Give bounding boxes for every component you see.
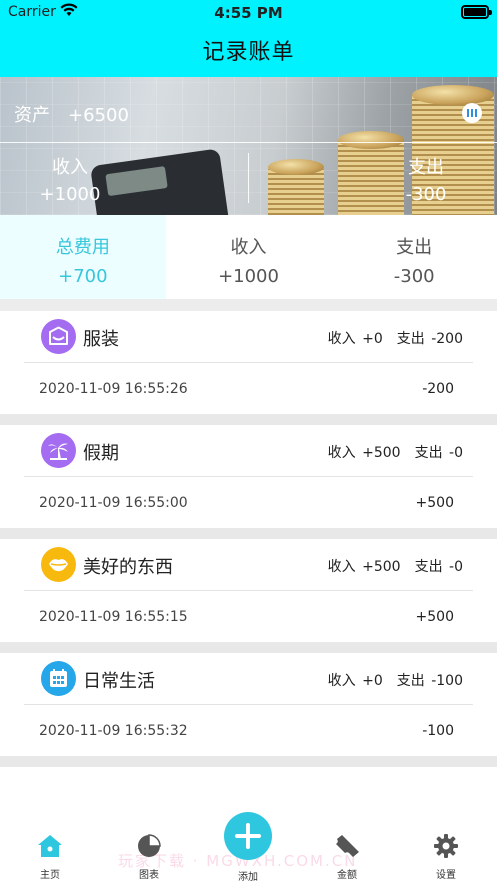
income-value: +0 bbox=[362, 673, 383, 689]
record-header: 日常生活 收入 +0 支出 -100 bbox=[24, 653, 473, 705]
income-label: 收入 bbox=[327, 673, 356, 689]
banner-expense-value: -300 bbox=[405, 184, 447, 205]
record-amount: +500 bbox=[415, 609, 454, 625]
banner-income: 收入 +1000 bbox=[10, 154, 130, 208]
palm-tree-icon bbox=[41, 433, 76, 468]
asset-label: 资产 bbox=[14, 105, 50, 126]
summary-banner: 资产 +6500 收入 +1000 支出 -300 bbox=[0, 77, 497, 215]
expense-label: 支出 bbox=[414, 559, 443, 575]
expense-value: -200 bbox=[431, 331, 463, 347]
record-card-holiday[interactable]: 假期 收入 +500 支出 -0 2020-11-09 16:55:00 +500 bbox=[0, 425, 497, 528]
clock: 4:55 PM bbox=[214, 4, 283, 22]
record-summary: 收入 +500 支出 -0 bbox=[328, 442, 463, 462]
record-header: 美好的东西 收入 +500 支出 -0 bbox=[24, 539, 473, 591]
record-header: 假期 收入 +500 支出 -0 bbox=[24, 425, 473, 477]
tab-chart[interactable]: 图表 bbox=[119, 834, 179, 881]
tab-label: 总费用 bbox=[55, 237, 110, 258]
income-label: 收入 bbox=[327, 445, 356, 461]
expense-value: -0 bbox=[449, 445, 463, 461]
income-label: 收入 bbox=[327, 331, 356, 347]
record-category: 服装 bbox=[83, 329, 119, 350]
record-category: 假期 bbox=[83, 443, 119, 464]
record-date: 2020-11-09 16:55:00 bbox=[39, 495, 188, 511]
tab-home[interactable]: 主页 bbox=[20, 834, 80, 881]
asset-total: 资产 +6500 bbox=[14, 101, 129, 127]
banner-expense: 支出 -300 bbox=[366, 154, 486, 208]
tab-settings-label: 设置 bbox=[436, 870, 456, 881]
record-date: 2020-11-09 16:55:26 bbox=[39, 381, 188, 397]
asset-value: +6500 bbox=[68, 105, 129, 126]
banner-income-label: 收入 bbox=[52, 157, 88, 178]
expense-label: 支出 bbox=[396, 331, 425, 347]
tab-amount-label: 金额 bbox=[337, 870, 357, 881]
page-title: 记录账单 bbox=[202, 40, 295, 65]
record-date: 2020-11-09 16:55:15 bbox=[39, 609, 188, 625]
banner-income-value: +1000 bbox=[39, 184, 101, 205]
expense-value: -0 bbox=[449, 559, 463, 575]
record-card-clothing[interactable]: 服装 收入 +0 支出 -200 2020-11-09 16:55:26 -200 bbox=[0, 311, 497, 414]
income-value: +0 bbox=[362, 331, 383, 347]
ticket-icon bbox=[336, 835, 359, 857]
battery-icon bbox=[461, 5, 492, 19]
home-icon bbox=[38, 835, 62, 857]
divider bbox=[248, 153, 249, 203]
add-button[interactable] bbox=[224, 812, 272, 860]
tab-label: 支出 bbox=[396, 237, 433, 258]
record-header: 服装 收入 +0 支出 -200 bbox=[24, 311, 473, 363]
tab-amount[interactable]: 金额 bbox=[317, 834, 377, 881]
lips-icon bbox=[41, 547, 76, 582]
record-card-daily-life[interactable]: 日常生活 收入 +0 支出 -100 2020-11-09 16:55:32 -1… bbox=[0, 653, 497, 756]
expense-label: 支出 bbox=[414, 445, 443, 461]
record-amount: -200 bbox=[422, 381, 454, 397]
record-summary: 收入 +0 支出 -200 bbox=[328, 328, 463, 348]
calendar-icon bbox=[41, 661, 76, 696]
clothing-bag-icon bbox=[41, 319, 76, 354]
tab-expense[interactable]: 支出 -300 bbox=[331, 215, 497, 299]
add-button-label: 添加 bbox=[238, 872, 258, 883]
income-label: 收入 bbox=[327, 559, 356, 575]
record-category: 日常生活 bbox=[83, 671, 155, 692]
record-card-nice-things[interactable]: 美好的东西 收入 +500 支出 -0 2020-11-09 16:55:15 +… bbox=[0, 539, 497, 642]
divider bbox=[0, 756, 497, 767]
tab-value: +700 bbox=[58, 266, 108, 287]
tab-label: 收入 bbox=[230, 237, 267, 258]
divider bbox=[0, 642, 497, 653]
tab-value: +1000 bbox=[218, 266, 279, 287]
tab-total[interactable]: 总费用 +700 bbox=[0, 215, 166, 299]
divider bbox=[0, 299, 497, 311]
tab-value: -300 bbox=[393, 266, 435, 287]
status-bar: Carrier 4:55 PM bbox=[0, 0, 497, 26]
expense-value: -100 bbox=[431, 673, 463, 689]
record-category: 美好的东西 bbox=[83, 557, 173, 578]
expense-label: 支出 bbox=[396, 673, 425, 689]
record-summary: 收入 +0 支出 -100 bbox=[328, 670, 463, 690]
tab-settings[interactable]: 设置 bbox=[416, 834, 476, 881]
pie-chart-icon bbox=[138, 834, 161, 857]
gear-icon bbox=[434, 834, 458, 858]
record-date: 2020-11-09 16:55:32 bbox=[39, 723, 188, 739]
divider bbox=[0, 528, 497, 539]
income-value: +500 bbox=[362, 445, 401, 461]
record-amount: +500 bbox=[415, 495, 454, 511]
chart-icon[interactable] bbox=[462, 103, 482, 123]
banner-expense-label: 支出 bbox=[408, 157, 444, 178]
income-value: +500 bbox=[362, 559, 401, 575]
filter-tabs: 总费用 +700 收入 +1000 支出 -300 bbox=[0, 215, 497, 299]
divider bbox=[0, 414, 497, 425]
tab-home-label: 主页 bbox=[40, 870, 60, 881]
tab-chart-label: 图表 bbox=[139, 870, 159, 881]
record-summary: 收入 +500 支出 -0 bbox=[328, 556, 463, 576]
tab-income[interactable]: 收入 +1000 bbox=[166, 215, 332, 299]
record-amount: -100 bbox=[422, 723, 454, 739]
top-bar: Carrier 4:55 PM 记录账单 bbox=[0, 0, 497, 77]
divider bbox=[0, 142, 497, 143]
